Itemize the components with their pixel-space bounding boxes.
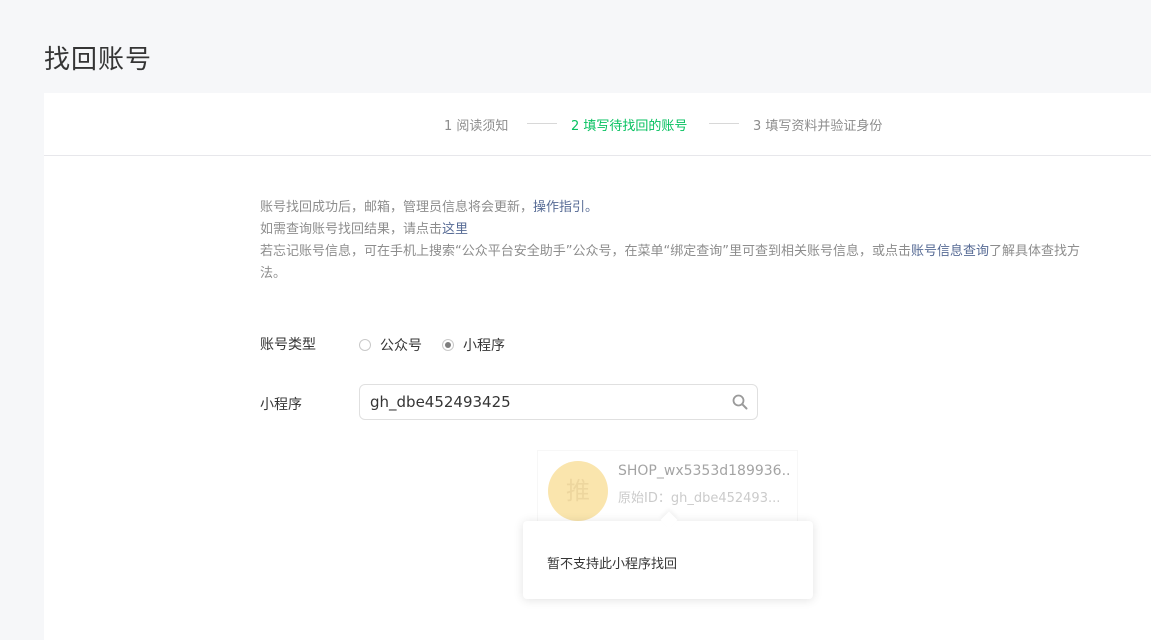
mini-program-label: 小程序 — [260, 397, 302, 413]
radio-label: 小程序 — [463, 338, 505, 354]
radio-checked-icon — [442, 339, 454, 351]
tooltip-message: 暂不支持此小程序找回 — [547, 557, 678, 572]
radio-label: 公众号 — [380, 338, 422, 354]
avatar: 推 — [548, 461, 608, 521]
notice-text: 账号找回成功后，邮箱，管理员信息将会更新，操作指引。 如需查询账号找回结果，请点… — [260, 197, 1090, 285]
mini-program-search-box — [359, 384, 758, 420]
radio-official-account[interactable]: 公众号 — [359, 335, 422, 355]
step-divider — [527, 123, 557, 124]
notice-line-3: 若忘记账号信息，可在手机上搜索“公众平台安全助手”公众号，在菜单“绑定查询”里可… — [260, 244, 1080, 281]
mini-program-search-input[interactable] — [370, 385, 720, 419]
page-title: 找回账号 — [44, 45, 153, 76]
step-indicator: 1 阅读须知 2 填写待找回的账号 3 填写资料并验证身份 — [44, 93, 1151, 156]
main-card: 1 阅读须知 2 填写待找回的账号 3 填写资料并验证身份 账号找回成功后，邮箱… — [44, 93, 1151, 640]
search-icon[interactable] — [732, 394, 748, 410]
radio-mini-program[interactable]: 小程序 — [442, 335, 505, 355]
account-type-radio-group: 公众号 小程序 — [359, 335, 525, 355]
step-divider — [709, 123, 739, 124]
step-3-verify-identity: 3 填写资料并验证身份 — [753, 119, 883, 134]
notice-line-2: 如需查询账号找回结果，请点击这里 — [260, 222, 469, 237]
account-type-label: 账号类型 — [260, 337, 316, 353]
step-1-read-notice: 1 阅读须知 — [444, 119, 509, 134]
result-name: SHOP_wx5353d189936... — [618, 463, 790, 479]
step-2-enter-account: 2 填写待找回的账号 — [571, 119, 688, 134]
unsupported-tooltip: 暂不支持此小程序找回 — [523, 511, 813, 599]
account-info-query-link[interactable]: 账号信息查询 — [911, 244, 989, 259]
operation-guide-link[interactable]: 操作指引。 — [533, 200, 598, 215]
check-result-link[interactable]: 这里 — [442, 222, 468, 237]
radio-unchecked-icon — [359, 339, 371, 351]
result-original-id: 原始ID：gh_dbe452493... — [618, 491, 781, 506]
notice-line-1: 账号找回成功后，邮箱，管理员信息将会更新，操作指引。 — [260, 200, 599, 215]
